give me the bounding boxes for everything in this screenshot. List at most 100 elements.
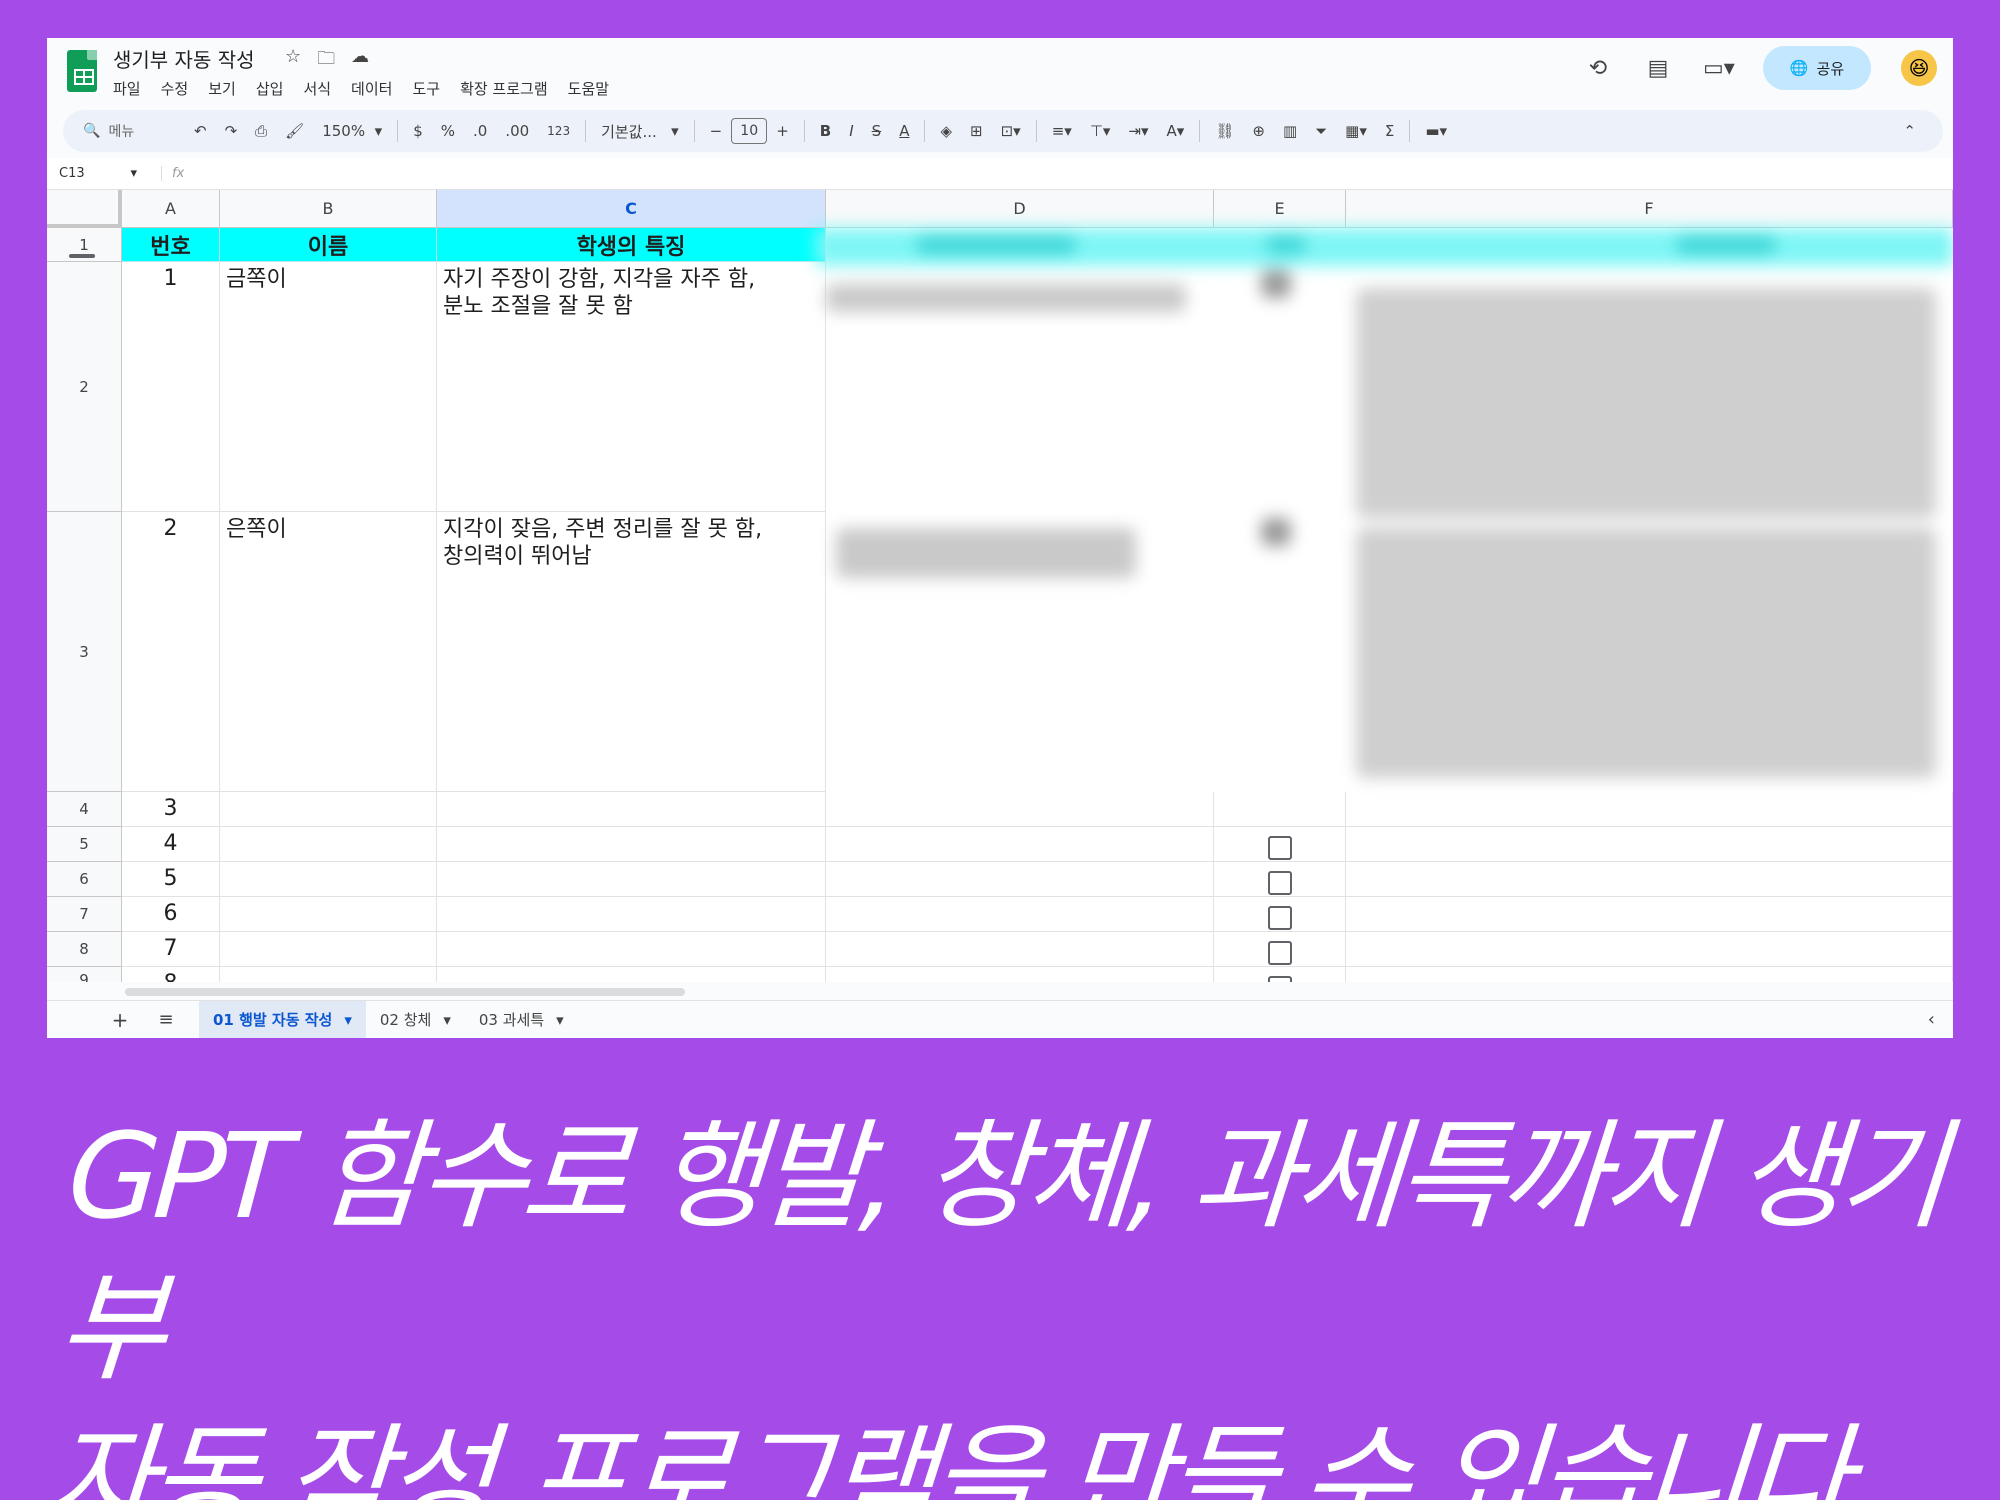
column-header-f[interactable]: F [1346,190,1953,228]
column-header-d[interactable]: D [826,190,1214,228]
document-title[interactable]: 생기부 자동 작성 [113,44,255,73]
decrease-decimal-button[interactable]: .0 [464,110,496,152]
cell[interactable] [1346,967,1953,982]
cell-name[interactable]: 은쪽이 [220,512,437,792]
input-tools-icon[interactable]: ▬▾ [1416,110,1456,152]
cell[interactable] [1346,932,1953,967]
cell-number[interactable]: 3 [122,792,220,827]
filter-icon[interactable]: ⏷ [1306,110,1336,152]
font-size-decrease[interactable]: − [701,110,732,152]
column-header-e[interactable]: E [1214,190,1346,228]
strikethrough-button[interactable]: S [863,110,891,152]
cell-number[interactable]: 6 [122,897,220,932]
history-icon[interactable]: ⟲ [1583,56,1613,81]
cell-trait[interactable]: 지각이 잦음, 주변 정리를 잘 못 함, 창의력이 뛰어남 [437,512,826,792]
cell[interactable] [826,792,1214,827]
menu-file[interactable]: 파일 [113,76,141,101]
cloud-icon[interactable]: ☁ [351,46,369,76]
column-header-b[interactable]: B [220,190,437,228]
row-header-4[interactable]: 4 [47,792,122,827]
cell[interactable] [1346,792,1953,827]
sheet-tab-3[interactable]: 03 과세특 ▾ [465,1001,578,1039]
wrap-icon[interactable]: ⇥▾ [1119,110,1157,152]
cell[interactable] [220,932,437,967]
row-header-7[interactable]: 7 [47,897,122,932]
filter-views-icon[interactable]: ▦▾ [1336,110,1376,152]
cell[interactable] [437,862,826,897]
text-color-button[interactable]: A [890,110,918,152]
cell[interactable] [1346,827,1953,862]
number-format-button[interactable]: 123 [538,110,579,152]
cell[interactable] [1346,862,1953,897]
font-select[interactable]: 기본값... ▾ [592,110,688,152]
cell[interactable] [220,792,437,827]
row-header-3[interactable]: 3 [47,512,122,792]
cell[interactable] [826,862,1214,897]
freeze-handle[interactable] [69,254,95,258]
cell[interactable] [826,967,1214,982]
cell[interactable] [1346,897,1953,932]
valign-icon[interactable]: ⊤▾ [1081,110,1120,152]
cell-number[interactable]: 4 [122,827,220,862]
zoom-select[interactable]: 150% ▾ [313,110,391,152]
menu-view[interactable]: 보기 [208,76,236,101]
functions-button[interactable]: Σ [1376,110,1403,152]
collapse-toolbar-icon[interactable]: ⌃ [1894,110,1925,152]
insert-comment-icon[interactable]: ⊕ [1243,110,1274,152]
cell-number[interactable]: 1 [122,262,220,512]
cell[interactable] [437,932,826,967]
cell-number[interactable]: 2 [122,512,220,792]
checkbox-icon[interactable] [1268,906,1292,930]
redo-icon[interactable]: ↷ [216,110,247,152]
borders-icon[interactable]: ⊞ [961,110,992,152]
percent-button[interactable]: % [432,110,464,152]
comment-icon[interactable]: ▤ [1643,56,1673,81]
cell-name[interactable]: 금쪽이 [220,262,437,512]
rotate-icon[interactable]: A▾ [1158,110,1194,152]
link-icon[interactable]: ⛓ [1206,110,1243,152]
column-header-c[interactable]: C [437,190,826,228]
bold-button[interactable]: B [811,110,840,152]
cell[interactable] [826,827,1214,862]
column-header-a[interactable]: A [122,190,220,228]
avatar[interactable]: 😆 [1901,50,1937,86]
fill-color-icon[interactable]: ◈ [931,110,961,152]
select-all-corner[interactable] [47,190,122,228]
cell[interactable] [437,967,826,982]
italic-button[interactable]: I [840,110,862,152]
menu-insert[interactable]: 삽입 [256,76,284,101]
menu-extensions[interactable]: 확장 프로그램 [460,76,548,101]
font-size-input[interactable]: 10 [731,118,768,144]
cell[interactable] [437,827,826,862]
cell[interactable] [1214,792,1346,827]
cell[interactable] [220,967,437,982]
checkbox-icon[interactable] [1268,836,1292,860]
cell[interactable] [437,897,826,932]
meet-icon[interactable]: ▭▾ [1703,56,1735,81]
paint-format-icon[interactable]: 🖌 [276,110,313,152]
row-header-2[interactable]: 2 [47,262,122,512]
cell-number[interactable]: 5 [122,862,220,897]
menu-format[interactable]: 서식 [303,76,331,101]
increase-decimal-button[interactable]: .00 [496,110,538,152]
header-number[interactable]: 번호 [122,228,220,262]
menu-help[interactable]: 도움말 [568,76,609,101]
print-icon[interactable]: ⎙ [246,110,276,152]
row-header-5[interactable]: 5 [47,827,122,862]
share-button[interactable]: 🌐 공유 [1763,46,1871,90]
horizontal-scrollbar[interactable] [125,988,685,996]
cell[interactable] [220,897,437,932]
all-sheets-icon[interactable]: ≡ [151,1009,181,1030]
chart-icon[interactable]: ▥ [1274,110,1306,152]
cell-number[interactable]: 8 [122,967,220,982]
cell[interactable] [220,827,437,862]
currency-button[interactable]: $ [404,110,432,152]
row-header-8[interactable]: 8 [47,932,122,967]
name-box[interactable]: C13 ▾ [47,166,147,181]
checkbox-icon[interactable] [1268,976,1292,982]
header-trait[interactable]: 학생의 특징 [437,228,826,262]
menu-tools[interactable]: 도구 [412,76,440,101]
merge-icon[interactable]: ⊡▾ [992,110,1030,152]
sheet-tab-1[interactable]: 01 행발 자동 작성 ▾ [199,1000,366,1038]
row-header-9[interactable]: 9 [47,967,122,982]
